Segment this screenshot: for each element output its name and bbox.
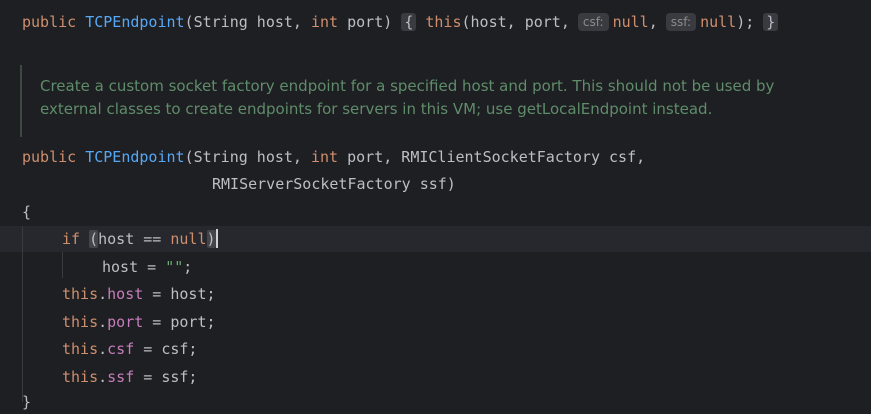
field-host: host xyxy=(107,285,144,303)
keyword-this: this xyxy=(62,313,99,331)
javadoc-text: Create a custom socket factory endpoint … xyxy=(40,77,775,118)
code-line-this-csf[interactable]: this.csf = csf; xyxy=(62,337,871,361)
indent-guide xyxy=(62,252,63,278)
params-text: port, RMIClientSocketFactory csf, xyxy=(338,148,646,166)
close-brace: } xyxy=(22,393,32,411)
params-text: port) xyxy=(338,13,393,31)
keyword-this: this xyxy=(62,340,99,358)
code-line-close-brace[interactable]: } xyxy=(22,390,871,414)
call-args: (host, port, xyxy=(461,13,570,31)
text-caret xyxy=(215,229,218,248)
assign-lhs: host = xyxy=(102,258,166,276)
assign-rest: = port; xyxy=(143,313,216,331)
code-line-this-port[interactable]: this.port = port; xyxy=(62,310,871,334)
code-line-open-brace[interactable]: { xyxy=(22,200,871,224)
javadoc-block: Create a custom socket factory endpoint … xyxy=(20,65,842,137)
open-brace: { xyxy=(22,203,32,221)
code-line-this-ssf[interactable]: this.ssf = ssf; xyxy=(62,365,871,389)
code-line-assign-host[interactable]: host = ""; xyxy=(102,255,871,279)
paren-close-match: ) xyxy=(206,230,216,248)
keyword-public: public xyxy=(22,148,77,166)
dot: . xyxy=(98,340,108,358)
params-text: RMIServerSocketFactory ssf) xyxy=(212,175,456,193)
keyword-int: int xyxy=(311,148,339,166)
keyword-int: int xyxy=(311,13,339,31)
code-line-this-host[interactable]: this.host = host; xyxy=(62,282,871,306)
condition-text: host == xyxy=(98,230,171,248)
semicolon: ; xyxy=(183,258,193,276)
comma: , xyxy=(648,13,658,31)
dot: . xyxy=(98,313,108,331)
fold-open-brace[interactable]: { xyxy=(401,13,417,31)
code-line-signature[interactable]: public TCPEndpoint(String host, int port… xyxy=(22,145,871,169)
keyword-if: if xyxy=(62,230,81,248)
paren-open-match: ( xyxy=(89,230,99,248)
field-ssf: ssf xyxy=(107,368,135,386)
assign-rest: = host; xyxy=(143,285,216,303)
assign-rest: = csf; xyxy=(134,340,198,358)
call-end: ); xyxy=(736,13,755,31)
indent-guide xyxy=(22,226,23,402)
fold-close-brace[interactable]: } xyxy=(763,13,779,31)
constructor-name[interactable]: TCPEndpoint xyxy=(85,13,184,31)
param-hint-csf: csf: xyxy=(577,13,609,31)
code-line-folded-constructor[interactable]: public TCPEndpoint(String host, int port… xyxy=(22,10,871,34)
field-csf: csf xyxy=(107,340,135,358)
keyword-this: this xyxy=(425,13,462,31)
keyword-null: null xyxy=(170,230,207,248)
assign-rest: = ssf; xyxy=(134,368,198,386)
constructor-name[interactable]: TCPEndpoint xyxy=(85,148,184,166)
code-line-if[interactable]: if (host == null) xyxy=(62,227,871,251)
keyword-this: this xyxy=(62,368,99,386)
dot: . xyxy=(98,285,108,303)
param-hint-ssf: ssf: xyxy=(665,13,697,31)
params-text: (String host, xyxy=(184,13,311,31)
params-text: (String host, xyxy=(184,148,311,166)
keyword-null: null xyxy=(700,13,737,31)
dot: . xyxy=(98,368,108,386)
string-literal: "" xyxy=(165,258,184,276)
keyword-null: null xyxy=(612,13,649,31)
keyword-this: this xyxy=(62,285,99,303)
code-line-signature-cont[interactable]: RMIServerSocketFactory ssf) xyxy=(212,172,871,196)
keyword-public: public xyxy=(22,13,77,31)
field-port: port xyxy=(107,313,144,331)
